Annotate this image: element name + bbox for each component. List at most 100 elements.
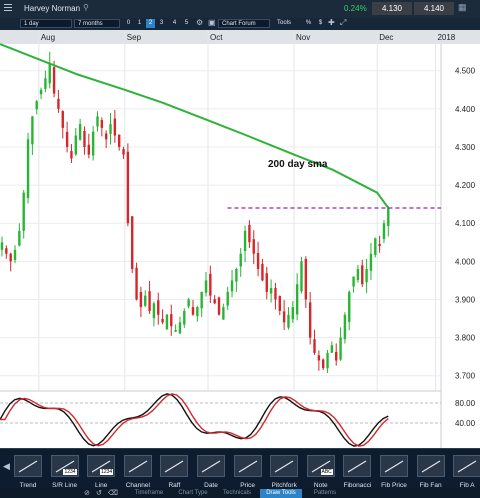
undo-icon[interactable]: ↺: [96, 489, 102, 497]
candle-body: [18, 230, 21, 246]
candle-body: [230, 280, 234, 292]
tab-draw-tools[interactable]: Draw Tools: [260, 489, 302, 498]
candle-body: [226, 291, 229, 306]
candle-body: [287, 314, 290, 328]
settings-gear-icon[interactable]: ⚙: [196, 18, 203, 27]
tools-menu[interactable]: Tools: [274, 19, 294, 28]
tool-channel-button[interactable]: [123, 455, 152, 477]
bid-price[interactable]: 4.130: [372, 2, 412, 15]
candle-body: [213, 299, 216, 304]
chart-button-1[interactable]: 1: [135, 19, 144, 28]
screen-icon[interactable]: ▣: [208, 18, 216, 27]
chart-button-4[interactable]: 4: [170, 19, 179, 28]
crosshair-icon[interactable]: ✚: [328, 18, 335, 27]
candle-body: [265, 273, 268, 292]
candle-body: [126, 151, 130, 224]
menu-icon[interactable]: [4, 2, 12, 14]
settings-icon[interactable]: ▦: [458, 2, 467, 13]
candle-body: [356, 268, 360, 280]
fullscreen-icon[interactable]: ⤢: [340, 18, 346, 28]
chart-button-2[interactable]: 2: [146, 19, 155, 28]
candle-body: [274, 288, 277, 300]
candle-body: [235, 268, 238, 282]
candle-body: [183, 310, 186, 325]
tool-raff-button[interactable]: [160, 455, 189, 477]
tool-line-button[interactable]: 1234: [87, 455, 116, 477]
title-bar: Harvey Norman ⚲ 0.24% 4.130 4.140 ▦: [0, 0, 480, 19]
x-tick-label: Aug: [41, 33, 55, 42]
chart-button-0[interactable]: 0: [124, 19, 133, 28]
candle-body: [248, 224, 251, 243]
candle-body: [74, 135, 77, 155]
x-tick-label: Dec: [379, 33, 393, 42]
chart-forum-button[interactable]: Chart Forum: [218, 19, 270, 28]
chart-button-5[interactable]: 5: [182, 19, 191, 28]
candle-body: [343, 314, 347, 340]
date-axis-bar: [0, 30, 480, 44]
tool-fib-fan-button[interactable]: [416, 455, 445, 477]
candle-body: [217, 297, 221, 315]
tab-technicals[interactable]: Technicals: [216, 489, 258, 498]
candle-body: [83, 130, 86, 147]
fib-a-icon: [457, 460, 477, 473]
candle-body: [326, 352, 329, 369]
tool-note-button[interactable]: ABC: [306, 455, 335, 477]
s-r-line-badge: 1234: [63, 469, 77, 475]
tool-date-button[interactable]: [197, 455, 225, 477]
tab-chart-type[interactable]: Chart Type: [172, 489, 214, 498]
candle-body: [13, 249, 17, 260]
candle-body: [161, 318, 164, 323]
chart-button-3[interactable]: 3: [157, 19, 166, 28]
candle-body: [278, 296, 281, 311]
price-chart[interactable]: Aug Sep Oct Nov Dec 2018 4.500 4.400 4.300 4.200…: [0, 30, 480, 448]
candle-body: [9, 253, 12, 262]
candle-body: [348, 291, 351, 322]
tool-price-button[interactable]: [233, 455, 262, 477]
candle-body: [104, 133, 108, 140]
tool-pitchfork-button[interactable]: [270, 455, 299, 477]
search-icon[interactable]: ⚲: [83, 3, 89, 12]
candle-body: [365, 268, 368, 283]
candle-body: [135, 267, 138, 300]
y-tick-label: 4.200: [455, 181, 476, 190]
candle-body: [200, 291, 203, 309]
candle-body: [291, 307, 295, 320]
scroll-left-icon[interactable]: ◀: [3, 461, 10, 472]
tool-fib-a-button[interactable]: [453, 455, 480, 477]
y-tick-label: 3.800: [455, 334, 476, 343]
candle-body: [109, 124, 112, 134]
candle-body: [300, 261, 303, 292]
candle-body: [313, 339, 316, 353]
candle-body: [282, 311, 286, 323]
range-select[interactable]: 7 months: [74, 19, 120, 28]
date-icon: [201, 460, 221, 473]
candle-body: [170, 314, 173, 327]
currency-button[interactable]: $: [316, 19, 325, 28]
delete-icon[interactable]: ⌫: [108, 489, 118, 497]
candle-body: [131, 216, 134, 269]
lock-icon[interactable]: ⊘: [84, 489, 90, 497]
candle-body: [0, 242, 4, 250]
candle-body: [152, 303, 156, 319]
fib-price-icon: [384, 460, 404, 473]
candle-body: [87, 144, 91, 155]
candle-body: [26, 139, 30, 198]
line-badge: 1234: [100, 469, 114, 475]
candle-body: [44, 78, 47, 89]
candle-body: [122, 149, 125, 155]
interval-select[interactable]: 1 day: [20, 19, 72, 28]
tab-patterns[interactable]: Patterns: [304, 489, 346, 498]
tab-timeframe[interactable]: Timeframe: [128, 489, 170, 498]
ask-price[interactable]: 4.140: [414, 2, 454, 15]
candle-body: [330, 345, 334, 353]
candle-body: [57, 98, 60, 109]
candle-body: [100, 120, 104, 128]
tool-s-r-line-button[interactable]: 1234: [50, 455, 79, 477]
candle-body: [165, 314, 169, 330]
tool-fibonacci-button[interactable]: [343, 455, 372, 477]
y-tick-label: 4.500: [455, 67, 476, 76]
tool-fib-price-button[interactable]: [380, 455, 408, 477]
candle-body: [369, 253, 373, 271]
tool-trend-button[interactable]: [14, 455, 42, 477]
percent-button[interactable]: %: [304, 19, 313, 28]
